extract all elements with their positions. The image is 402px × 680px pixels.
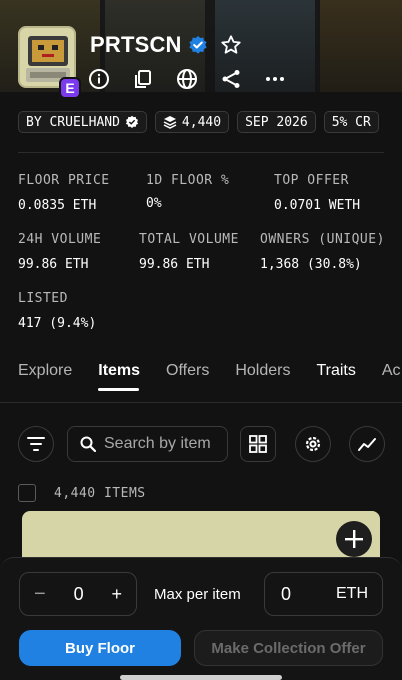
- increment-button[interactable]: +: [111, 584, 122, 605]
- tab-holders[interactable]: Holders: [235, 362, 290, 380]
- tab-offers[interactable]: Offers: [166, 362, 209, 380]
- search-icon: [80, 436, 96, 452]
- settings-icon: [305, 436, 321, 452]
- stat-24h-volume: 24H VOLUME 99.86 ETH: [18, 232, 102, 272]
- collection-title: PRTSCN: [90, 32, 242, 58]
- filter-button[interactable]: [18, 426, 54, 462]
- tab-explore[interactable]: Explore: [18, 362, 72, 380]
- verified-icon: [189, 36, 207, 54]
- search-input[interactable]: [104, 435, 224, 453]
- divider: [18, 152, 384, 153]
- tab-activity[interactable]: Ac: [382, 362, 401, 380]
- stat-top-offer: TOP OFFER 0.0701 WETH: [274, 173, 361, 213]
- collection-chips: BY CRUELHAND 4,440 SEP 2026 5% CR: [18, 111, 379, 133]
- chart-icon: [358, 438, 376, 451]
- filter-icon: [27, 437, 45, 451]
- chart-view-button[interactable]: [349, 426, 385, 462]
- settings-button[interactable]: [295, 426, 331, 462]
- stat-floor-1d: 1D FLOOR % 0%: [146, 173, 230, 211]
- verified-icon: [125, 115, 138, 129]
- stat-listed: LISTED 417 (9.4%): [18, 291, 97, 331]
- items-chip: 4,440: [154, 111, 230, 133]
- grid-icon: [249, 435, 267, 453]
- tabs-divider: [0, 402, 402, 403]
- globe-icon[interactable]: [176, 68, 198, 90]
- max-per-item-label: Max per item: [154, 586, 241, 603]
- price-field[interactable]: 0 ETH: [264, 572, 383, 616]
- active-tab-indicator: [98, 388, 139, 391]
- layers-icon: [163, 116, 177, 129]
- info-icon[interactable]: [88, 68, 110, 90]
- plus-icon: [337, 522, 371, 556]
- home-indicator: [120, 675, 282, 680]
- price-unit: ETH: [336, 585, 368, 602]
- collection-name: PRTSCN: [90, 32, 182, 57]
- tab-traits[interactable]: Traits: [316, 362, 355, 380]
- more-icon[interactable]: [264, 68, 286, 90]
- collection-actions: [88, 68, 286, 90]
- search-field[interactable]: [67, 426, 228, 462]
- buy-floor-button[interactable]: Buy Floor: [19, 630, 181, 666]
- date-chip: SEP 2026: [237, 111, 316, 133]
- stat-total-volume: TOTAL VOLUME 99.86 ETH: [139, 232, 239, 272]
- items-count: 4,440 ITEMS: [54, 485, 146, 501]
- creator-chip[interactable]: BY CRUELHAND: [18, 111, 147, 133]
- fee-chip: 5% CR: [323, 111, 379, 133]
- quantity-value[interactable]: 0: [74, 584, 84, 605]
- make-collection-offer-button[interactable]: Make Collection Offer: [194, 630, 383, 666]
- price-value[interactable]: 0: [281, 584, 291, 605]
- select-all-checkbox[interactable]: [18, 484, 36, 502]
- quantity-stepper: − 0 +: [19, 572, 137, 616]
- chain-badge: E: [59, 77, 81, 99]
- tab-items[interactable]: Items: [98, 362, 140, 380]
- star-icon[interactable]: [220, 34, 242, 56]
- items-header: 4,440 ITEMS: [18, 484, 146, 502]
- grid-view-button[interactable]: [240, 426, 276, 462]
- stat-floor-price: FLOOR PRICE 0.0835 ETH: [18, 173, 110, 213]
- decrement-button[interactable]: −: [34, 583, 46, 606]
- copy-icon[interactable]: [132, 68, 154, 90]
- stat-owners: OWNERS (UNIQUE) 1,368 (30.8%): [260, 232, 385, 272]
- collection-tabs: Explore Items Offers Holders Traits Ac: [18, 362, 401, 380]
- add-to-cart-button[interactable]: [336, 521, 372, 557]
- share-icon[interactable]: [220, 68, 242, 90]
